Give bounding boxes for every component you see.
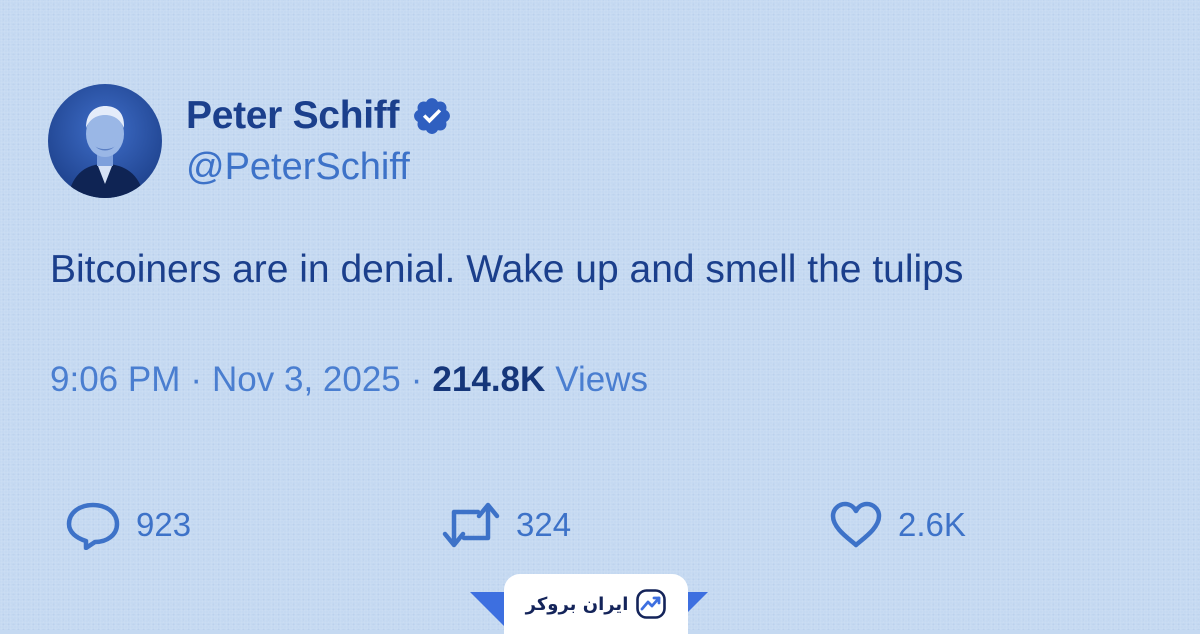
tweet-meta: 9:06 PM · Nov 3, 2025 · 214.8K Views: [50, 360, 648, 400]
author-name[interactable]: Peter Schiff: [186, 94, 399, 138]
reply-count: 923: [136, 506, 192, 543]
tweet-date[interactable]: Nov 3, 2025: [212, 360, 401, 400]
author-handle[interactable]: @PeterSchiff: [186, 146, 410, 189]
like-count: 2.6K: [898, 506, 966, 543]
views-count[interactable]: 214.8K: [432, 360, 545, 400]
avatar-portrait: [48, 84, 162, 198]
retweet-count: 324: [516, 506, 572, 543]
views-label: Views: [555, 360, 649, 399]
brand-name: ایران بروکر: [525, 593, 629, 615]
tweet-text: Bitcoiners are in denial. Wake up and sm…: [50, 248, 964, 291]
like-button[interactable]: 2.6K: [828, 500, 966, 550]
tweet-time[interactable]: 9:06 PM: [50, 360, 180, 400]
brand-badge[interactable]: ایران بروکر: [504, 574, 688, 634]
retweet-button[interactable]: 324: [440, 500, 571, 550]
author-name-row: Peter Schiff: [186, 88, 453, 144]
meta-separator: ·: [190, 360, 203, 399]
reply-button[interactable]: 923: [64, 500, 191, 550]
author-avatar[interactable]: [48, 84, 162, 198]
trending-chart-icon: [636, 589, 667, 619]
retweet-arrows-icon: [442, 502, 500, 548]
verified-badge-icon: [411, 95, 453, 137]
speech-bubble-icon: [66, 502, 120, 550]
heart-icon: [830, 501, 882, 548]
meta-separator: ·: [410, 360, 423, 399]
